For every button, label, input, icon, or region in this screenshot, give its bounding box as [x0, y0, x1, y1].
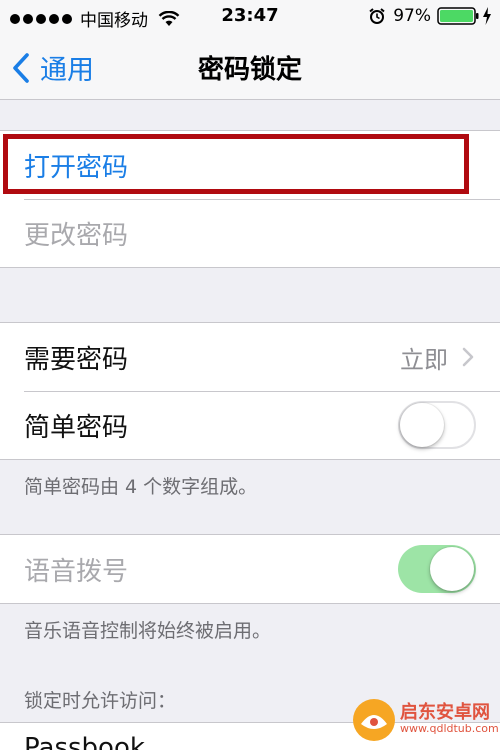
battery-icon — [437, 7, 479, 25]
simple-passcode-label: 简单密码 — [24, 412, 129, 443]
watermark-title: 启东安卓网 — [400, 702, 490, 723]
page-title: 密码锁定 — [197, 55, 302, 85]
voice-dial-group: 语音拨号 — [0, 534, 500, 604]
voice-control-footnote: 音乐语音控制将始终被启用。 — [24, 620, 272, 642]
watermark-logo-icon — [353, 699, 395, 741]
watermark-url: www.qdldtub.com — [400, 722, 499, 735]
change-passcode-label: 更改密码 — [24, 220, 129, 251]
highlight-box — [3, 134, 469, 194]
battery-percent: 97% — [393, 6, 431, 26]
chevron-right-icon — [462, 347, 474, 367]
site-watermark: 启东安卓网 www.qdldtub.com — [352, 694, 499, 746]
status-right: 97% — [369, 6, 492, 26]
voice-dial-toggle[interactable] — [398, 545, 476, 593]
simple-passcode-toggle[interactable] — [398, 401, 476, 449]
toggle-knob — [400, 403, 444, 447]
change-passcode-row: 更改密码 — [0, 199, 500, 267]
passcode-settings-group: 需要密码 立即 简单密码 — [0, 322, 500, 460]
charging-bolt-icon — [483, 7, 491, 25]
status-bar: 中国移动 23:47 97% — [0, 0, 500, 34]
toggle-knob — [430, 547, 474, 591]
passbook-row-label[interactable]: Passbook — [24, 733, 145, 750]
allow-access-when-locked-header: 锁定时允许访问： — [24, 690, 177, 712]
passcode-actions-group: 打开密码 更改密码 — [0, 130, 500, 268]
voice-dial-row: 语音拨号 — [0, 535, 500, 603]
require-passcode-label: 需要密码 — [24, 344, 129, 375]
voice-dial-label: 语音拨号 — [24, 556, 129, 587]
alarm-icon — [369, 8, 385, 24]
require-passcode-row[interactable]: 需要密码 立即 — [0, 323, 500, 391]
simple-passcode-row: 简单密码 — [0, 391, 500, 459]
simple-passcode-footnote: 简单密码由 4 个数字组成。 — [24, 476, 258, 498]
navigation-bar: 通用 密码锁定 — [0, 34, 500, 100]
turn-passcode-on-row[interactable]: 打开密码 — [0, 131, 500, 199]
require-passcode-value: 立即 — [400, 345, 448, 374]
